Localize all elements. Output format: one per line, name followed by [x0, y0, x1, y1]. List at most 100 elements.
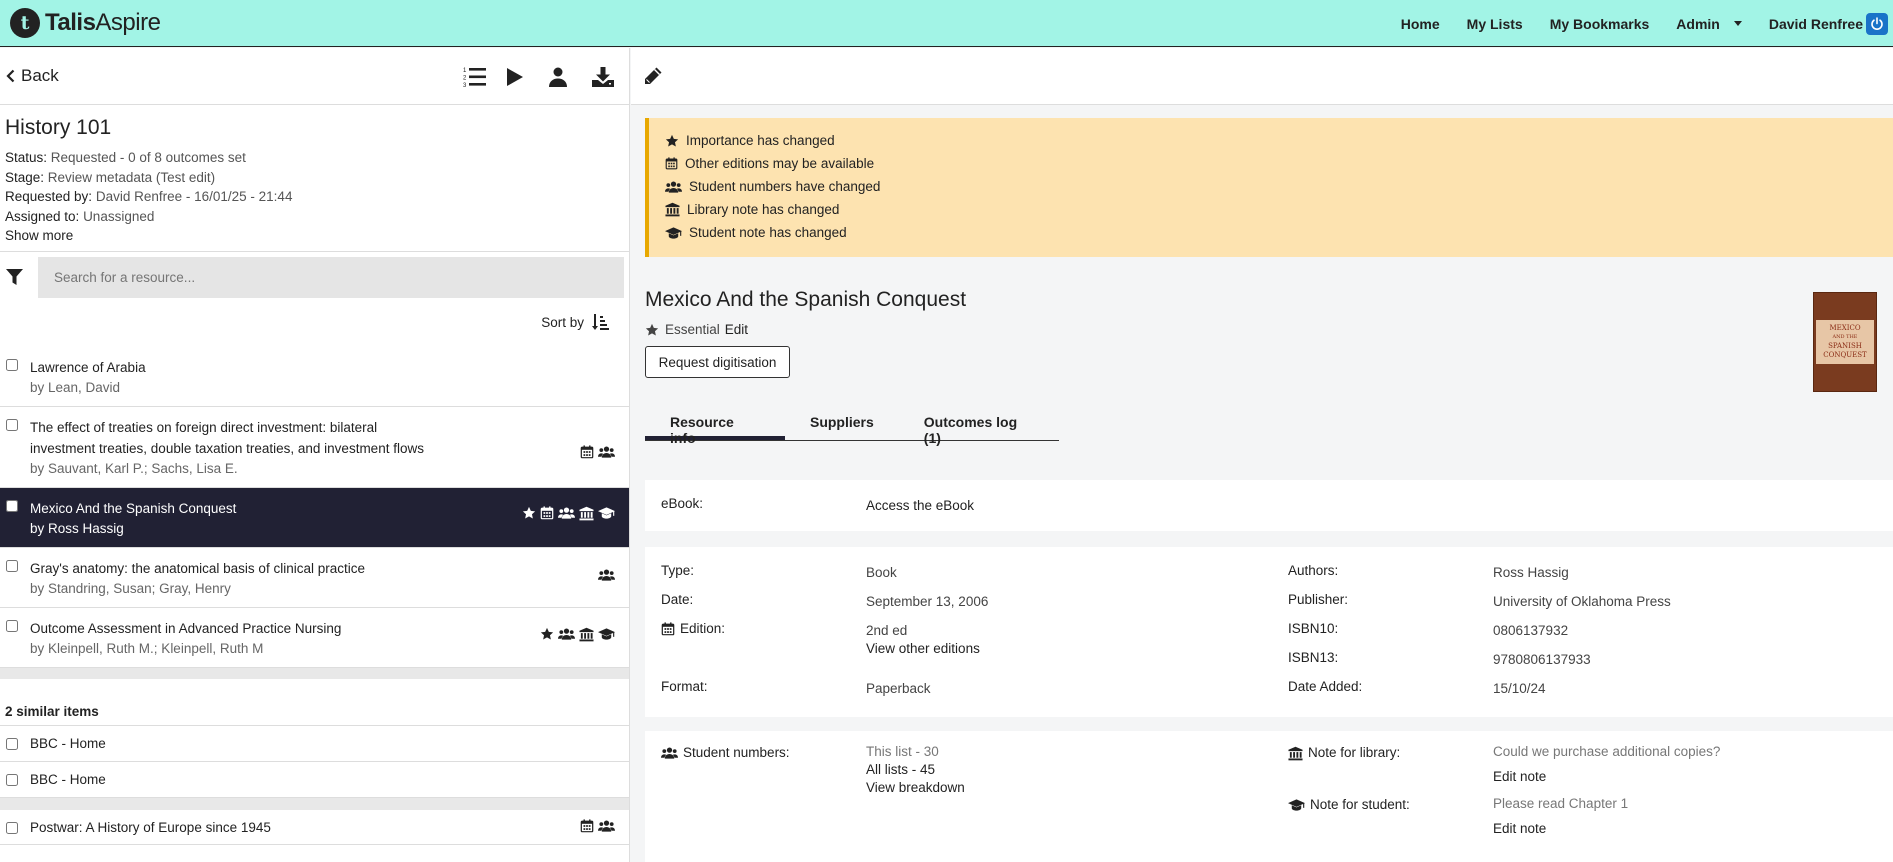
item-author: by Lean, David: [30, 380, 121, 395]
all-lists-link[interactable]: All lists - 45: [866, 762, 935, 777]
item-title: Lawrence of Arabia: [30, 360, 146, 375]
tab-suppliers[interactable]: Suppliers: [785, 403, 899, 440]
nav-my-lists[interactable]: My Lists: [1467, 16, 1523, 32]
users-icon: [598, 445, 615, 459]
sort-by-button[interactable]: Sort by: [541, 314, 609, 331]
publisher-value: University of Oklahoma Press: [1493, 594, 1671, 609]
item-checkbox[interactable]: [6, 738, 18, 750]
logo-text-bold: Talis: [45, 9, 96, 36]
list-summary: History 101 Status: Requested - 0 of 8 o…: [0, 105, 629, 252]
pencil-icon[interactable]: [643, 66, 663, 86]
nav-home[interactable]: Home: [1401, 16, 1440, 32]
power-icon[interactable]: [1866, 12, 1888, 35]
nav-admin[interactable]: Admin: [1676, 16, 1742, 32]
library-icon: [665, 202, 680, 217]
alert-text: Library note has changed: [687, 202, 840, 217]
assigned-to-label: Assigned to:: [5, 208, 80, 224]
item-checkbox[interactable]: [6, 822, 18, 834]
item-title: Outcome Assessment in Advanced Practice …: [30, 621, 342, 636]
list-item-selected[interactable]: Mexico And the Spanish Conquest by Ross …: [0, 488, 629, 548]
star-icon: [645, 323, 659, 337]
item-checkbox[interactable]: [6, 560, 18, 572]
tab-outcomes-log[interactable]: Outcomes log (1): [899, 403, 1059, 446]
requested-by-value: David Renfree - 16/01/25 - 21:44: [95, 189, 293, 204]
item-checkbox[interactable]: [6, 620, 18, 632]
nav-admin-label: Admin: [1676, 15, 1720, 32]
importance-edit-link[interactable]: Edit: [725, 322, 748, 337]
ebook-label: eBook:: [661, 496, 704, 511]
isbn13-value: 9780806137933: [1493, 652, 1591, 667]
nav-user[interactable]: David Renfree: [1769, 12, 1888, 35]
star-icon: [665, 134, 679, 148]
access-ebook-link[interactable]: Access the eBook: [866, 498, 974, 513]
list-panel: Back 1 23 History 101 Status: Requested -…: [0, 48, 630, 862]
stage-label: Stage:: [5, 169, 45, 185]
users-icon: [665, 180, 682, 194]
calendar-icon: [665, 157, 678, 170]
isbn13-label: ISBN13:: [1288, 650, 1339, 665]
date-label: Date:: [661, 592, 694, 607]
edit-library-note-link[interactable]: Edit note: [1493, 769, 1546, 784]
date-added-value: 15/10/24: [1493, 681, 1546, 696]
list-item[interactable]: Postwar: A History of Europe since 1945: [0, 810, 629, 845]
graduation-cap-icon: [598, 627, 615, 642]
search-input[interactable]: [38, 257, 624, 298]
importance-value: Essential: [665, 322, 720, 337]
tab-resource-info[interactable]: Resource info: [645, 403, 785, 446]
isbn10-value: 0806137932: [1493, 623, 1569, 638]
graduation-cap-icon: [665, 226, 682, 240]
isbn10-label: ISBN10:: [1288, 621, 1339, 636]
graduation-cap-icon: [598, 506, 615, 521]
date-added-label: Date Added:: [1288, 679, 1363, 694]
alert-text: Student numbers have changed: [689, 179, 881, 194]
request-digitisation-button[interactable]: Request digitisation: [645, 346, 790, 378]
download-icon[interactable]: [592, 64, 629, 90]
item-author: by Sauvant, Karl P.; Sachs, Lisa E.: [30, 461, 238, 476]
list-item[interactable]: The effect of treaties on foreign direct…: [0, 407, 629, 488]
status-value: Requested - 0 of 8 outcomes set: [50, 150, 246, 165]
svg-text:3: 3: [463, 83, 467, 88]
format-value: Paperback: [866, 681, 931, 696]
alert-text: Other editions may be available: [685, 156, 875, 171]
this-list-count: This list - 30: [866, 744, 939, 759]
date-value: September 13, 2006: [866, 594, 989, 609]
item-author: by Ross Hassig: [30, 521, 124, 536]
item-checkbox[interactable]: [6, 359, 18, 371]
graduation-cap-icon: [1288, 798, 1305, 812]
view-breakdown-link[interactable]: View breakdown: [866, 780, 965, 795]
users-icon: [558, 506, 575, 521]
nav-my-bookmarks[interactable]: My Bookmarks: [1550, 16, 1650, 32]
user-icon[interactable]: [549, 64, 592, 90]
search-row: [0, 252, 629, 302]
item-title: The effect of treaties on foreign direct…: [30, 420, 424, 456]
list-item[interactable]: Outcome Assessment in Advanced Practice …: [0, 608, 629, 668]
item-checkbox[interactable]: [6, 419, 18, 431]
ebook-card: eBook: Access the eBook: [645, 480, 1893, 531]
item-checkbox[interactable]: [6, 774, 18, 786]
similar-item[interactable]: BBC - Home: [0, 726, 629, 762]
show-more-link[interactable]: Show more: [5, 228, 624, 243]
calendar-icon: [540, 506, 554, 521]
filter-icon[interactable]: [6, 269, 23, 286]
top-navigation-bar: t TalisAspire Home My Lists My Bookmarks…: [0, 0, 1893, 47]
list-item[interactable]: Gray's anatomy: the anatomical basis of …: [0, 548, 629, 608]
numbered-list-icon[interactable]: 1 23: [463, 64, 506, 90]
sort-by-label: Sort by: [541, 315, 584, 330]
item-checkbox[interactable]: [6, 500, 18, 512]
back-button[interactable]: Back: [6, 66, 59, 86]
view-other-editions-link[interactable]: View other editions: [866, 641, 980, 656]
student-note-label: Note for student:: [1310, 797, 1410, 812]
calendar-icon: [580, 445, 594, 459]
talis-aspire-logo[interactable]: t TalisAspire: [10, 8, 161, 38]
resource-title: Mexico And the Spanish Conquest: [645, 288, 967, 311]
edit-student-note-link[interactable]: Edit note: [1493, 821, 1546, 836]
play-icon[interactable]: [506, 64, 549, 90]
type-label: Type:: [661, 563, 695, 578]
similar-item-title: BBC - Home: [30, 772, 106, 787]
list-item[interactable]: Lawrence of Arabia by Lean, David: [0, 347, 629, 407]
resource-toolbar: [631, 48, 1893, 105]
logo-icon: t: [10, 8, 40, 38]
users-icon: [558, 627, 575, 642]
notes-card: Student numbers: This list - 30 All list…: [645, 731, 1893, 862]
similar-item[interactable]: BBC - Home: [0, 762, 629, 798]
